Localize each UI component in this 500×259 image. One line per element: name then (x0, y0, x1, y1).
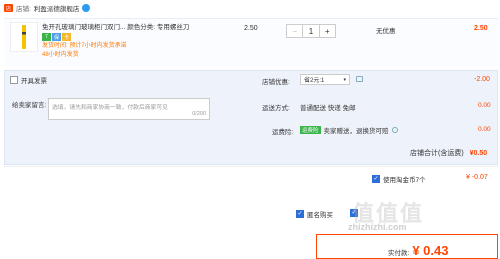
divider (4, 166, 498, 167)
memo-char-count: 0/200 (192, 111, 206, 117)
shop-header: 店 店铺: 利盈派德旗舰店 (0, 0, 500, 16)
shop-name-link[interactable]: 利盈派德旗舰店 (34, 3, 80, 13)
item-discount: 无优惠 (376, 28, 396, 35)
coupon-info-icon[interactable] (356, 76, 363, 82)
decrease-button[interactable]: − (287, 25, 302, 37)
invoice-checkbox[interactable] (10, 76, 18, 84)
coin-amount: ¥ -0.07 (466, 174, 488, 181)
shipping-value: 普通配送 快递 免邮 (300, 105, 356, 112)
coin-label: 使用淘金币7个 (383, 177, 426, 184)
memo-field[interactable]: 选填，请先和商家协商一致，付款后商家可见 0/200 (48, 98, 210, 120)
item-thumbnail[interactable] (10, 22, 38, 52)
shop-discount-label: 店铺优惠: (262, 79, 290, 86)
insurance-label: 运费险: (272, 129, 294, 136)
increase-button[interactable]: + (320, 25, 335, 37)
memo-placeholder: 选填，请先和商家协商一致，付款后商家可见 (52, 105, 168, 111)
shop-discount-value: 省2元:1 (304, 78, 325, 84)
seven-day-return-icon: 7 (42, 33, 51, 41)
insurance-option: 运费险 卖家赠送，退换货可赔 (300, 125, 398, 135)
ship-note: 发货时间: 预计7小时内发货承诺 (42, 43, 127, 49)
anonymous-label: 匿名购买 (307, 212, 333, 219)
help-icon[interactable] (391, 127, 398, 133)
invoice-label: 开具发票 (21, 78, 47, 85)
shop-total-value: ¥0.50 (469, 150, 488, 157)
shipping-amount: 0.00 (478, 102, 491, 109)
chevron-down-icon: ▾ (343, 76, 346, 83)
shop-discount-amount: -2.00 (474, 76, 490, 83)
chat-icon[interactable] (82, 4, 91, 12)
shop-discount-select[interactable]: 省2元:1 ▾ (300, 74, 350, 85)
anonymous-checkbox[interactable]: ✓ (296, 210, 304, 218)
quantity-stepper: − 1 + (286, 24, 336, 38)
anonymous-option[interactable]: ✓ 匿名购买 (296, 209, 333, 219)
watermark-site: zhizhizhi.com (348, 222, 407, 232)
payment-total: 实付款: ¥ 0.43 (388, 243, 448, 258)
shop-icon: 店 (4, 4, 13, 12)
paid-value: ¥ 0.43 (412, 243, 449, 258)
screwdriver-image (22, 25, 26, 49)
insurance-tag: 运费险 (300, 126, 321, 134)
memo-label: 给卖家留言: (12, 102, 47, 109)
item-title-link[interactable]: 免开孔玻璃门玻璃柜门双门... 颜色分类: 专用螺丝刀 (42, 23, 242, 32)
ship-note-48h: 48小时内发货 (42, 52, 79, 58)
coin-option[interactable]: ✓ 使用淘金币7个 (372, 174, 426, 184)
unit-price: 2.50 (244, 25, 258, 32)
coin-checkbox[interactable]: ✓ (372, 175, 380, 183)
invoice-option[interactable]: 开具发票 (10, 75, 47, 85)
service-badges: 7 保 卡 (42, 33, 71, 41)
quantity-input[interactable]: 1 (302, 25, 320, 37)
shipping-label: 运送方式: (262, 105, 290, 112)
shop-label: 店铺: (16, 6, 31, 13)
insurance-value: 卖家赠送，退换货可赔 (323, 128, 389, 135)
card-payment-icon: 卡 (62, 33, 71, 41)
insurance-amount: 0.00 (478, 126, 491, 133)
item-subtotal: 2.50 (474, 25, 488, 32)
guarantee-icon: 保 (52, 33, 61, 41)
paid-label: 实付款: (388, 250, 410, 257)
shop-total-label: 店铺合计(含运费) (410, 150, 464, 157)
shop-total: 店铺合计(含运费) ¥0.50 (410, 148, 487, 158)
